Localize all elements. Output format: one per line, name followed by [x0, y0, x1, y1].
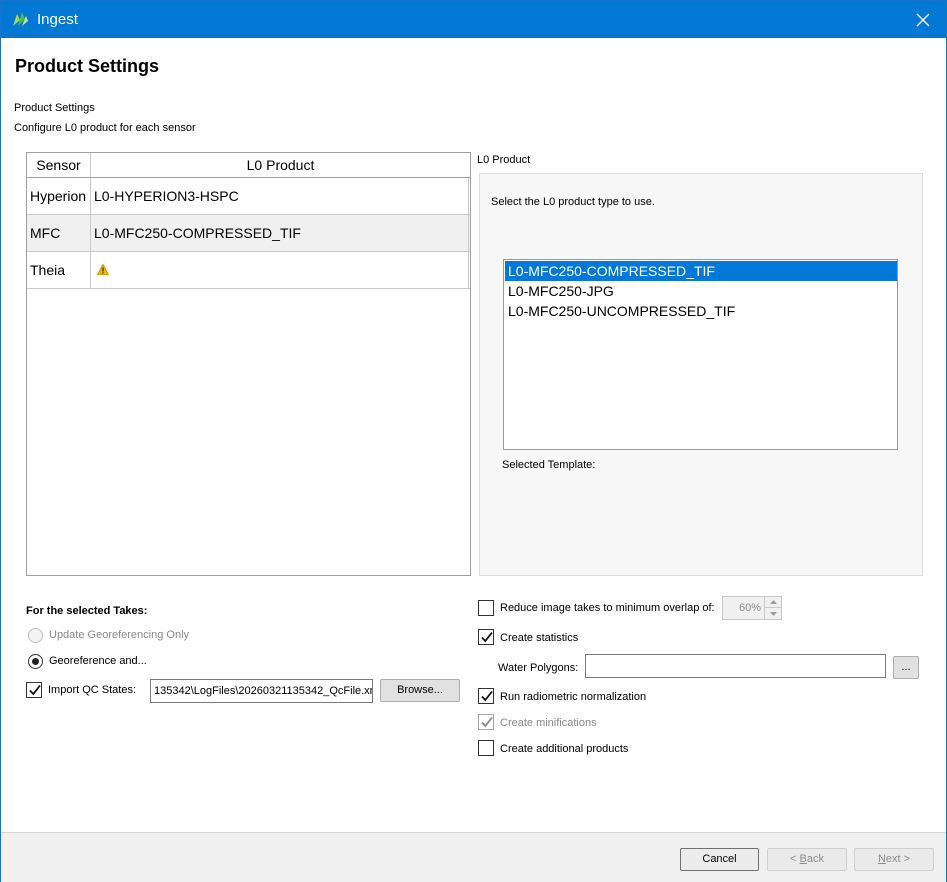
section-label: Product Settings — [14, 102, 95, 114]
table-row[interactable]: Theia — [27, 252, 470, 289]
checkmark-icon — [29, 684, 41, 696]
list-item[interactable]: L0-MFC250-UNCOMPRESSED_TIF — [505, 301, 897, 321]
checkmark-icon — [481, 631, 493, 643]
selected-template-label: Selected Template: — [502, 459, 596, 471]
app-logo-icon — [13, 12, 28, 26]
sensor-cell: Hyperion — [27, 178, 91, 214]
header-l0-product[interactable]: L0 Product — [91, 153, 470, 177]
title-bar: Ingest — [1, 1, 946, 38]
reduce-overlap-label: Reduce image takes to minimum overlap of… — [500, 602, 715, 614]
section-description: Configure L0 product for each sensor — [14, 122, 196, 134]
takes-heading: For the selected Takes: — [26, 605, 148, 617]
header-sensor[interactable]: Sensor — [27, 153, 91, 177]
update-georeferencing-radio[interactable] — [28, 628, 43, 643]
radio-dot — [32, 658, 39, 665]
window-title: Ingest — [37, 11, 78, 28]
water-polygons-label: Water Polygons: — [498, 662, 579, 674]
spin-down-button[interactable] — [765, 608, 781, 619]
close-icon — [916, 13, 930, 26]
water-polygons-input[interactable] — [585, 654, 886, 678]
qc-file-path-input[interactable]: 135342\LogFiles\20260321135342_QcFile.xm… — [150, 679, 373, 703]
next-mnemonic: N — [877, 853, 886, 865]
next-button[interactable]: Next > — [854, 848, 934, 871]
create-additional-products-checkbox[interactable] — [478, 740, 494, 756]
cancel-button[interactable]: Cancel — [680, 848, 759, 871]
sensor-table: Sensor L0 Product Hyperion L0-HYPERION3-… — [26, 152, 471, 576]
overlap-spinbox[interactable]: 60% — [722, 596, 782, 620]
dialog-footer: Cancel < Back Next > — [1, 832, 946, 882]
table-header: Sensor L0 Product — [27, 153, 470, 178]
sensor-cell: Theia — [27, 252, 91, 288]
next-rest: ext > — [885, 853, 911, 865]
ingest-window: Ingest Product Settings Product Settings… — [0, 0, 947, 882]
create-statistics-checkbox[interactable] — [478, 629, 494, 645]
product-cell: L0-HYPERION3-HSPC — [91, 178, 469, 214]
create-minifications-checkbox[interactable] — [478, 714, 494, 730]
spin-up-button[interactable] — [765, 597, 781, 608]
overlap-value: 60% — [738, 602, 761, 614]
georeference-radio[interactable] — [28, 654, 43, 669]
list-item[interactable]: L0-MFC250-JPG — [505, 281, 897, 301]
product-cell: L0-MFC250-COMPRESSED_TIF — [91, 215, 469, 251]
back-rest: ack — [806, 853, 824, 865]
close-button[interactable] — [900, 1, 946, 38]
checkmark-icon — [481, 716, 493, 728]
import-qc-checkbox[interactable] — [26, 682, 42, 698]
reduce-overlap-checkbox[interactable] — [478, 600, 494, 616]
sensor-cell: MFC — [27, 215, 91, 251]
radiometric-normalization-label: Run radiometric normalization — [500, 691, 647, 703]
radiometric-normalization-checkbox[interactable] — [478, 688, 494, 704]
water-polygons-browse-button[interactable]: ... — [893, 656, 919, 679]
import-qc-label: Import QC States: — [48, 684, 137, 696]
create-additional-products-label: Create additional products — [500, 743, 629, 755]
list-item[interactable]: L0-MFC250-COMPRESSED_TIF — [505, 261, 897, 281]
browse-button[interactable]: Browse... — [380, 679, 460, 702]
create-minifications-label: Create minifications — [500, 717, 597, 729]
l0-product-list[interactable]: L0-MFC250-COMPRESSED_TIF L0-MFC250-JPG L… — [503, 259, 898, 450]
update-georeferencing-label: Update Georeferencing Only — [49, 629, 190, 641]
back-button[interactable]: < Back — [767, 848, 847, 871]
product-cell — [91, 252, 469, 288]
l0-product-group-label: L0 Product — [477, 154, 531, 166]
georeference-label: Georeference and... — [49, 655, 147, 667]
back-prefix: < — [790, 853, 800, 865]
l0-instruction: Select the L0 product type to use. — [491, 196, 655, 208]
create-statistics-label: Create statistics — [500, 632, 579, 644]
table-row[interactable]: Hyperion L0-HYPERION3-HSPC — [27, 178, 470, 215]
chevron-down-icon — [769, 611, 777, 616]
chevron-up-icon — [769, 600, 777, 604]
back-mnemonic: B — [799, 853, 807, 865]
warning-icon — [97, 264, 109, 275]
checkmark-icon — [481, 690, 493, 702]
table-row[interactable]: MFC L0-MFC250-COMPRESSED_TIF — [27, 215, 470, 252]
page-title: Product Settings — [15, 56, 160, 76]
spin-arrows — [764, 597, 781, 619]
